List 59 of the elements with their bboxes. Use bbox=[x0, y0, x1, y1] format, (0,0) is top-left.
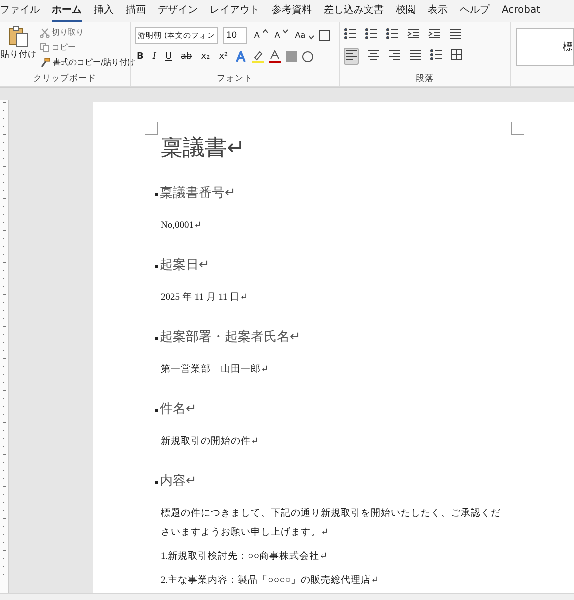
grow-font-button[interactable]: A bbox=[252, 28, 262, 44]
shrink-font-button[interactable]: A bbox=[272, 28, 282, 44]
group-label: 段落 bbox=[415, 73, 435, 86]
ribbon-tab[interactable]: ファイル bbox=[0, 0, 40, 22]
bullet-icon bbox=[155, 480, 158, 484]
format-painter-button[interactable]: 書式のコピー/貼り付け bbox=[38, 57, 138, 68]
ribbon-tab[interactable]: 参考資料 bbox=[272, 0, 312, 22]
body-text: 新規取引の開始の件↵ bbox=[161, 435, 260, 449]
text-effects-icon bbox=[235, 50, 248, 62]
section-heading: 起案部署・起案者氏名↵ bbox=[160, 329, 301, 347]
italic-button[interactable]: I bbox=[150, 48, 158, 64]
body-text: 第一営業部 山田一郎↵ bbox=[161, 363, 270, 377]
superscript-button[interactable]: x² bbox=[217, 48, 230, 64]
copy-icon bbox=[40, 42, 50, 52]
enclosed-character-icon bbox=[302, 50, 314, 62]
underline-button[interactable]: U bbox=[163, 48, 174, 64]
clipboard-icon bbox=[8, 26, 30, 48]
font-size-field[interactable]: 10 bbox=[223, 27, 248, 44]
highlighter-icon bbox=[252, 50, 264, 63]
ribbon-tab[interactable]: 表示 bbox=[428, 0, 448, 22]
corner-mark bbox=[511, 122, 524, 135]
scissors-icon bbox=[40, 28, 50, 38]
change-case-button[interactable]: Aa bbox=[293, 28, 308, 44]
document-title: 稟議書↵ bbox=[161, 135, 246, 163]
body-text: 標題の件につきまして、下記の通り新規取引を開始いたしたく、ご承認くださいますようお願い申し上げます。↵ bbox=[161, 507, 502, 540]
font-color-icon bbox=[269, 50, 282, 63]
body-text: 2.主な事業内容：製品「○○○○」の販売総代理店↵ bbox=[161, 574, 380, 588]
corner-mark bbox=[145, 122, 158, 135]
ribbon-tab[interactable]: 校閲 bbox=[396, 0, 416, 22]
up-caret-icon bbox=[262, 29, 268, 34]
section-heading: 起案日↵ bbox=[160, 257, 210, 275]
caret-icon bbox=[308, 34, 314, 40]
section-heading: 件名↵ bbox=[160, 401, 197, 419]
align-left-icon[interactable] bbox=[344, 48, 359, 65]
body-text: 2025 年 11 月 11 日↵ bbox=[161, 292, 250, 305]
bullet-icon bbox=[155, 336, 158, 340]
ribbon-tab[interactable]: デザイン bbox=[158, 0, 198, 22]
bullet-icon bbox=[155, 264, 158, 268]
ribbon-tab[interactable]: ヘルプ bbox=[460, 0, 490, 22]
ribbon-tab[interactable]: Acrobat bbox=[502, 2, 541, 20]
bullet-icon bbox=[155, 408, 158, 412]
body-text: 1.新規取引検討先：○○商事株式会社↵ bbox=[161, 550, 329, 564]
ribbon-tab[interactable]: 差し込み文書 bbox=[324, 0, 384, 22]
subscript-button[interactable]: x₂ bbox=[199, 48, 212, 64]
style-gallery-item[interactable]: 標 bbox=[516, 28, 574, 66]
bullet-icon bbox=[155, 192, 158, 196]
body-text: No,0001↵ bbox=[161, 220, 203, 233]
section-heading: 稟議書番号↵ bbox=[160, 185, 236, 203]
group-label: クリップボード bbox=[32, 73, 98, 86]
ribbon-tab[interactable]: 挿入 bbox=[94, 0, 114, 22]
strikethrough-button[interactable]: ab bbox=[179, 48, 194, 64]
down-caret-icon bbox=[283, 29, 288, 34]
group-label: フォント bbox=[216, 73, 254, 86]
section-heading: 内容↵ bbox=[160, 473, 197, 491]
shading-icon bbox=[286, 51, 298, 62]
ribbon-tab[interactable]: 描画 bbox=[126, 0, 146, 22]
bold-button[interactable]: B bbox=[135, 48, 146, 64]
paintbrush-icon bbox=[40, 58, 51, 68]
ribbon-tab[interactable]: レイアウト bbox=[210, 0, 260, 22]
